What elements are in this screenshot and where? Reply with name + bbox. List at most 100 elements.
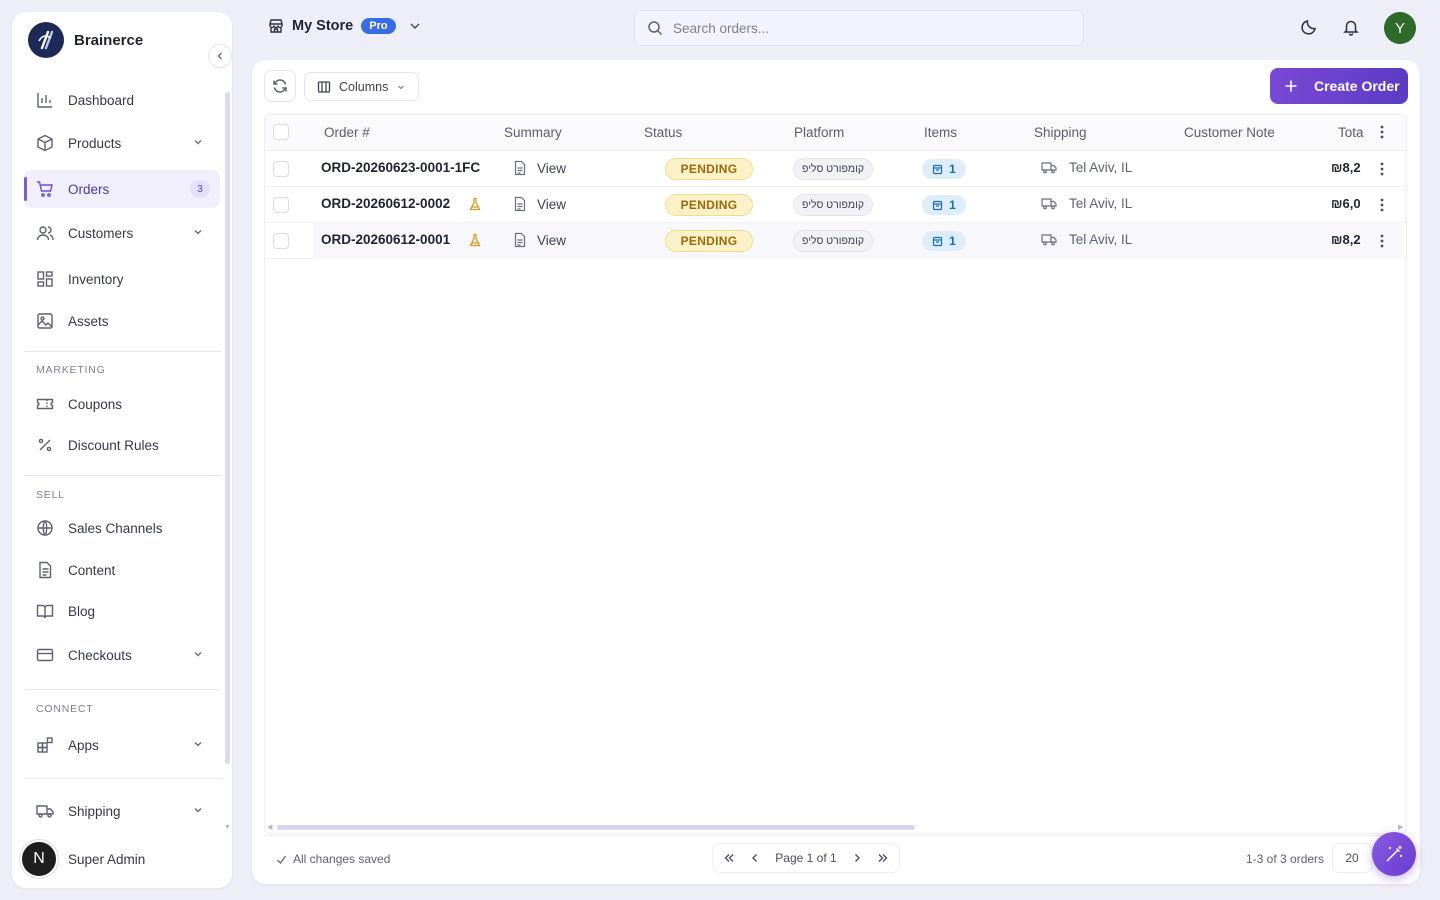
- save-status-text: All changes saved: [293, 852, 391, 866]
- user-menu[interactable]: N Super Admin: [20, 840, 145, 878]
- status-badge: PENDING: [665, 230, 753, 252]
- row-checkbox[interactable]: [273, 233, 289, 249]
- ai-assistant-button[interactable]: [1372, 832, 1416, 876]
- row-checkbox[interactable]: [273, 161, 289, 177]
- items-badge: 1: [922, 231, 966, 251]
- page-size-select[interactable]: 20: [1332, 843, 1372, 873]
- column-header-order[interactable]: Order #: [324, 125, 370, 140]
- column-header-customer-note[interactable]: Customer Note: [1184, 125, 1275, 140]
- divider: [24, 475, 222, 476]
- sidebar-item-products[interactable]: Products: [24, 124, 220, 162]
- table-row[interactable]: ORD-20260623-0001-1FC View PENDING קומפו…: [265, 151, 1406, 187]
- sidebar-item-apps[interactable]: Apps: [24, 726, 220, 764]
- results-range: 1-3 of 3 orders: [1246, 852, 1325, 866]
- notifications-button[interactable]: [1342, 18, 1360, 36]
- divider: [24, 778, 222, 779]
- sidebar-item-sales-channels[interactable]: Sales Channels: [24, 509, 220, 547]
- row-checkbox[interactable]: [273, 197, 289, 213]
- columns-button[interactable]: Columns: [304, 72, 420, 101]
- sidebar-item-dashboard[interactable]: Dashboard: [24, 81, 220, 119]
- sidebar-item-discount-rules[interactable]: Discount Rules: [24, 426, 220, 464]
- status-badge: PENDING: [665, 158, 753, 180]
- brand[interactable]: Brainerce: [28, 22, 143, 58]
- document-icon: [36, 561, 54, 579]
- grid-icon: [36, 270, 54, 288]
- column-header-summary[interactable]: Summary: [504, 125, 562, 140]
- scroll-right-arrow-icon[interactable]: ▶: [1398, 823, 1403, 831]
- scroll-left-arrow-icon[interactable]: ◀: [267, 823, 272, 831]
- document-icon: [513, 232, 527, 248]
- scrollbar-thumb[interactable]: [277, 825, 915, 830]
- chevron-down-icon: [396, 82, 406, 92]
- account-avatar[interactable]: Y: [1384, 12, 1416, 44]
- items-badge: 1: [922, 195, 966, 215]
- last-page-button[interactable]: [877, 852, 889, 864]
- order-number[interactable]: ORD-20260623-0001-1FC: [321, 160, 480, 175]
- more-vertical-icon[interactable]: [1375, 124, 1389, 140]
- sidebar-item-blog[interactable]: Blog: [24, 592, 220, 630]
- sidebar-item-shipping[interactable]: Shipping: [24, 792, 220, 830]
- brand-logo-icon: [28, 22, 64, 58]
- shipping-cell: Tel Aviv, IL: [1041, 196, 1132, 211]
- view-label: View: [537, 232, 567, 248]
- sidebar-item-checkouts[interactable]: Checkouts: [24, 636, 220, 674]
- chevron-down-icon: [192, 648, 204, 660]
- scroll-down-arrow-icon[interactable]: ▼: [224, 824, 231, 831]
- more-vertical-icon[interactable]: [1375, 197, 1389, 213]
- order-number[interactable]: ORD-20260612-0002: [321, 196, 450, 211]
- truck-icon: [1041, 161, 1057, 175]
- collapse-sidebar-button[interactable]: [208, 44, 232, 68]
- sidebar-item-label: Shipping: [68, 803, 121, 819]
- column-header-status[interactable]: Status: [644, 125, 682, 140]
- sidebar-item-inventory[interactable]: Inventory: [24, 260, 220, 298]
- create-order-button[interactable]: Create Order: [1270, 68, 1408, 104]
- more-vertical-icon[interactable]: [1375, 161, 1389, 177]
- table-row[interactable]: ORD-20260612-0001 View PENDING קומפורט ס…: [265, 223, 1406, 259]
- column-header-shipping[interactable]: Shipping: [1034, 125, 1087, 140]
- document-icon: [513, 196, 527, 212]
- truck-icon: [36, 802, 54, 820]
- sidebar-item-assets[interactable]: Assets: [24, 302, 220, 340]
- search-input[interactable]: [673, 20, 1053, 36]
- truck-icon: [1041, 233, 1057, 247]
- columns-icon: [317, 80, 331, 94]
- horizontal-scrollbar[interactable]: ◀ ▶: [267, 823, 1405, 831]
- magic-wand-icon: [1384, 844, 1404, 864]
- sidebar: Brainerce ▼ Dashboard Products Orders 3 …: [12, 12, 232, 888]
- more-vertical-icon[interactable]: [1375, 233, 1389, 249]
- store-switcher[interactable]: My Store Pro: [268, 18, 422, 34]
- sidebar-item-content[interactable]: Content: [24, 551, 220, 589]
- previous-page-button[interactable]: [749, 852, 761, 864]
- divider: [24, 351, 222, 352]
- next-page-button[interactable]: [851, 852, 863, 864]
- select-all-checkbox[interactable]: [273, 124, 289, 140]
- shopping-cart-icon: [36, 180, 54, 198]
- column-header-total[interactable]: Tota: [1338, 125, 1364, 140]
- summary-view-link[interactable]: View: [513, 232, 566, 248]
- sidebar-item-coupons[interactable]: Coupons: [24, 385, 220, 423]
- flask-icon: [469, 233, 481, 247]
- order-number[interactable]: ORD-20260612-0001: [321, 232, 450, 247]
- shipping-cell: Tel Aviv, IL: [1041, 232, 1132, 247]
- chevron-down-icon: [192, 804, 204, 816]
- divider: [264, 835, 1407, 836]
- sidebar-item-customers[interactable]: Customers: [24, 214, 220, 252]
- summary-view-link[interactable]: View: [513, 196, 566, 212]
- shipping-location: Tel Aviv, IL: [1069, 196, 1133, 211]
- column-header-platform[interactable]: Platform: [794, 125, 844, 140]
- page-indicator: Page 1 of 1: [775, 851, 837, 865]
- check-icon: [276, 854, 287, 865]
- refresh-button[interactable]: [264, 70, 296, 102]
- globe-icon: [36, 519, 54, 537]
- sidebar-item-label: Discount Rules: [68, 437, 159, 453]
- chevrons-right-icon: [877, 852, 889, 864]
- sidebar-scrollbar[interactable]: [225, 92, 230, 764]
- table-row[interactable]: ORD-20260612-0002 View PENDING קומפורט ס…: [265, 187, 1406, 223]
- sidebar-item-orders[interactable]: Orders 3: [24, 170, 220, 208]
- search-bar[interactable]: [634, 10, 1084, 46]
- summary-view-link[interactable]: View: [513, 160, 566, 176]
- first-page-button[interactable]: [723, 852, 735, 864]
- column-header-items[interactable]: Items: [924, 125, 957, 140]
- dark-mode-toggle[interactable]: [1300, 18, 1318, 36]
- orders-panel: Columns Create Order Order # Summary Sta…: [252, 60, 1420, 884]
